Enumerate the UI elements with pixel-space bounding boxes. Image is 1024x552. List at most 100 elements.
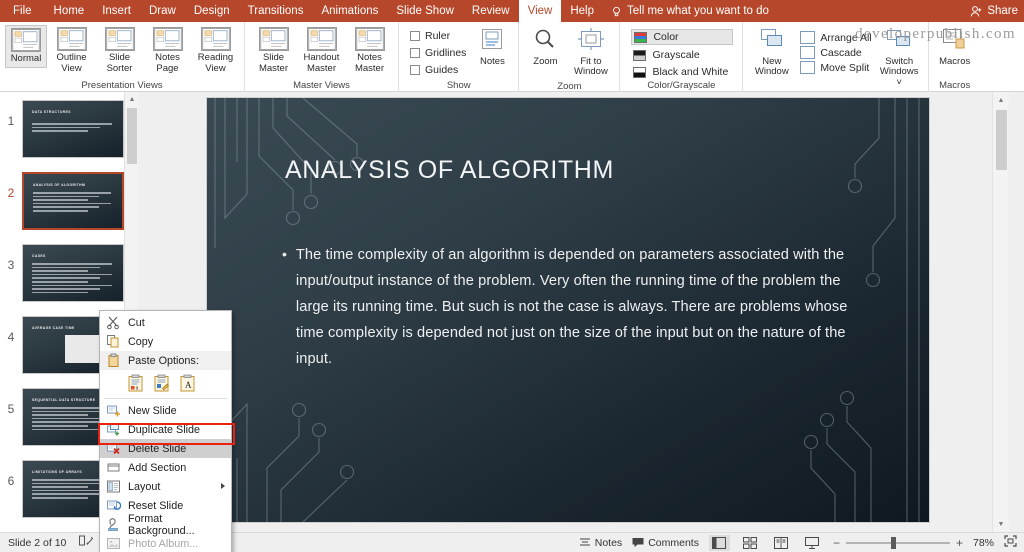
slide-context-menu[interactable]: Cut Copy Paste Options: a A New Slide Duplicat…: [99, 310, 232, 552]
slide-scroll-down-arrow-icon[interactable]: ▼: [993, 516, 1009, 532]
slide-show-button[interactable]: [802, 535, 823, 551]
ribbon-button-slide-master[interactable]: Slide Master: [250, 25, 297, 76]
slide-scroll-up-arrow-icon[interactable]: ▲: [993, 92, 1009, 108]
ribbon-button-fit-to-window[interactable]: Fit to Window: [567, 25, 614, 80]
context-menu-item-copy[interactable]: Copy: [100, 332, 231, 351]
normal-view-button[interactable]: [708, 534, 730, 551]
zoom-level-label[interactable]: 78%: [973, 537, 994, 549]
slide-scrollbar-thumb[interactable]: [996, 110, 1007, 170]
notes-button[interactable]: Notes: [579, 537, 622, 549]
zoom-out-button[interactable]: −: [833, 536, 840, 550]
use-destination-theme-icon[interactable]: a: [127, 374, 144, 392]
slide-thumbnail-2[interactable]: 2 ANALYSIS OF ALGORITHM: [0, 172, 138, 230]
ribbon-button-normal[interactable]: Normal: [5, 25, 47, 68]
ribbon-button-notes-master[interactable]: Notes Master: [346, 25, 393, 76]
fit-slide-to-window-button[interactable]: [1004, 535, 1017, 550]
slide-show-icon: [805, 536, 820, 549]
ribbon-button-zoom[interactable]: Zoom: [524, 25, 566, 69]
ribbon-button-slide-sorter[interactable]: Slide Sorter: [96, 25, 143, 76]
color-swatch-icon: [633, 49, 647, 61]
checkbox-guides[interactable]: Guides: [410, 64, 466, 76]
ribbon-tab-view[interactable]: View: [518, 0, 562, 22]
slide-title[interactable]: ANALYSIS OF ALGORITHM: [285, 156, 614, 185]
ribbon-tab-help[interactable]: Help: [561, 0, 603, 22]
slide-master-icon: [258, 27, 289, 51]
ribbon-tab-slide-show[interactable]: Slide Show: [387, 0, 463, 22]
context-menu-item-delete-slide[interactable]: Delete Slide: [100, 439, 231, 458]
reading-view-button[interactable]: [771, 535, 792, 551]
ribbon-button-notes[interactable]: Notes: [471, 25, 513, 69]
context-menu-item-layout[interactable]: Layout: [100, 477, 231, 496]
slide-sorter-icon: [104, 27, 135, 51]
fit-window-icon: [1004, 535, 1017, 547]
zoom-in-button[interactable]: +: [956, 536, 963, 550]
context-menu-item-new-slide[interactable]: New Slide: [100, 401, 231, 420]
slide-sorter-button[interactable]: [740, 535, 761, 551]
ribbon-group-label: Presentation Views: [81, 80, 163, 91]
color-mode-black-and-white[interactable]: Black and White: [631, 65, 733, 79]
spell-check-icon[interactable]: [79, 535, 94, 550]
slide-vertical-scrollbar[interactable]: ▲ ▼: [992, 92, 1009, 532]
checkbox-ruler[interactable]: Ruler: [410, 30, 466, 42]
checkbox-box-icon[interactable]: [410, 31, 420, 41]
slide-master-glyph: [258, 27, 289, 51]
zoom-track[interactable]: [845, 536, 950, 549]
outline-view-icon: [56, 27, 87, 51]
slide-thumbnail-1[interactable]: 1 DATA STRUCTURES: [0, 100, 138, 158]
ribbon-tab-transitions[interactable]: Transitions: [239, 0, 313, 22]
checkbox-box-icon[interactable]: [410, 48, 420, 58]
thumbnail-image[interactable]: ANALYSIS OF ALGORITHM: [22, 172, 124, 230]
ribbon-tab-draw[interactable]: Draw: [140, 0, 185, 22]
button-move-split[interactable]: Move Split: [800, 61, 871, 74]
zoom-glyph: [530, 27, 560, 55]
zoom-thumb[interactable]: [890, 536, 896, 549]
context-menu-item-paste-options[interactable]: Paste Options:: [100, 351, 231, 370]
comments-button[interactable]: Comments: [632, 537, 699, 549]
tell-me-box[interactable]: Tell me what you want to do: [603, 0, 777, 22]
scrollbar-thumb[interactable]: [127, 108, 137, 164]
picture-icon[interactable]: A: [179, 374, 196, 392]
context-menu-item-add-section[interactable]: Add Section: [100, 458, 231, 477]
ribbon-button-outline-view[interactable]: Outline View: [48, 25, 95, 76]
ribbon-button-label-1: Notes: [480, 55, 505, 67]
button-cascade[interactable]: Cascade: [800, 46, 871, 59]
keep-source-formatting-icon[interactable]: [153, 374, 170, 392]
scroll-up-arrow-icon[interactable]: ▲: [125, 92, 138, 106]
slide-body-placeholder[interactable]: • The time complexity of an algorithm is…: [282, 242, 872, 372]
zoom-slider[interactable]: − +: [833, 536, 963, 550]
checkbox-label: Gridlines: [425, 47, 467, 59]
checkbox-box-icon[interactable]: [410, 65, 420, 75]
checkbox-gridlines[interactable]: Gridlines: [410, 47, 466, 59]
ribbon-tab-insert[interactable]: Insert: [93, 0, 140, 22]
duplicate-slide-icon: [106, 422, 121, 437]
thumbnail-image[interactable]: DATA STRUCTURES: [22, 100, 124, 158]
ribbon-tab-animations[interactable]: Animations: [312, 0, 387, 22]
thumbnail-title: DATA STRUCTURES: [32, 110, 71, 114]
window-0-icon: [800, 31, 816, 44]
ribbon-tab-design[interactable]: Design: [185, 0, 239, 22]
ribbon-tab-file[interactable]: File: [0, 0, 45, 22]
comment-bubble-icon: [632, 538, 644, 548]
ribbon-group-show: Ruler Gridlines Guides Notes Show: [398, 22, 518, 92]
lightbulb-icon: [611, 6, 622, 17]
current-slide[interactable]: ANALYSIS OF ALGORITHM • The time complex…: [207, 98, 929, 522]
context-menu-item-cut[interactable]: Cut: [100, 313, 231, 332]
ribbon-button-handout-master[interactable]: Handout Master: [298, 25, 345, 76]
slide-thumbnail-3[interactable]: 3 CASES: [0, 244, 138, 302]
thumbnail-image[interactable]: CASES: [22, 244, 124, 302]
slide-counter[interactable]: Slide 2 of 10: [8, 537, 66, 549]
ribbon-button-reading-view[interactable]: Reading View: [192, 25, 239, 76]
ribbon-tab-home[interactable]: Home: [45, 0, 94, 22]
thumbnail-title: LIMITATIONS OF ARRAYS: [32, 470, 83, 474]
color-mode-color[interactable]: Color: [631, 29, 734, 45]
share-button[interactable]: Share: [970, 0, 1018, 22]
ribbon-tab-review[interactable]: Review: [463, 0, 519, 22]
ribbon-button-notes-page[interactable]: Notes Page: [144, 25, 191, 76]
slide-editing-stage[interactable]: ANALYSIS OF ALGORITHM • The time complex…: [144, 92, 1009, 532]
context-menu-item-format-background[interactable]: Format Background...: [100, 513, 231, 537]
ribbon-button-new-window[interactable]: New Window: [748, 25, 795, 80]
thumbnail-title: ANALYSIS OF ALGORITHM: [33, 183, 86, 187]
context-menu-item-duplicate-slide[interactable]: Duplicate Slide: [100, 420, 231, 439]
thumbnail-number: 4: [7, 330, 15, 344]
color-mode-grayscale[interactable]: Grayscale: [631, 48, 733, 62]
